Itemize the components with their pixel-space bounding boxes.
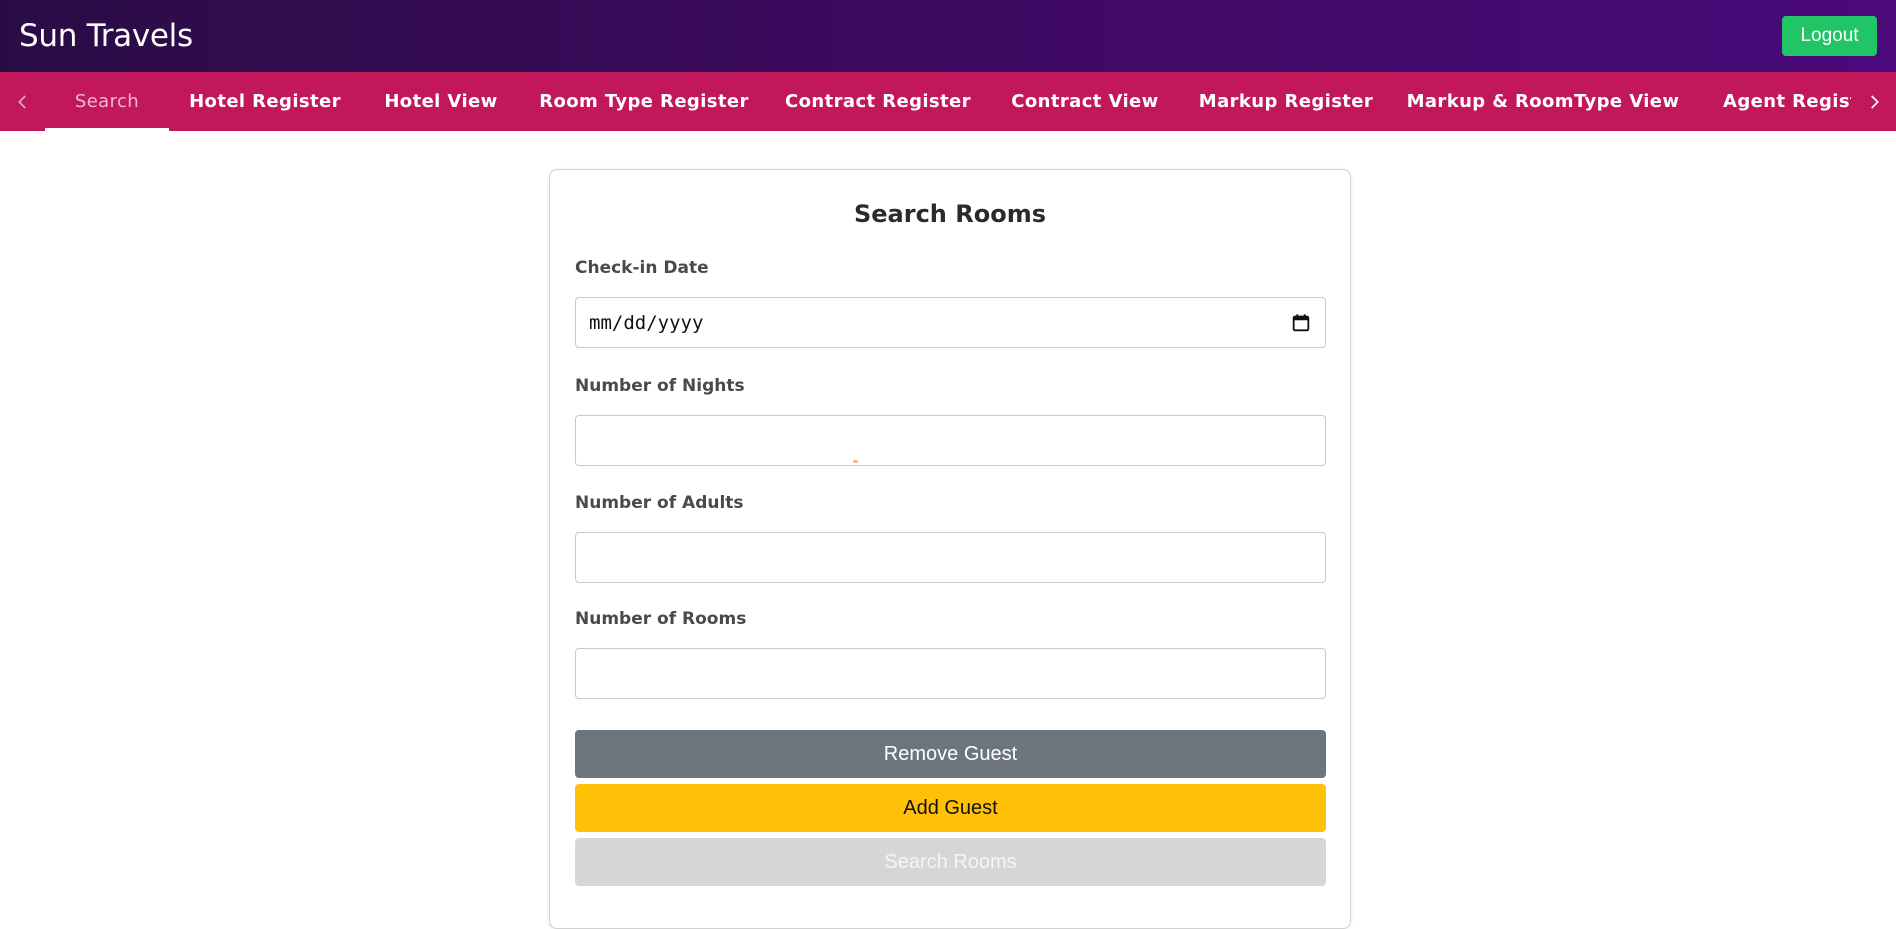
app-header: Sun Travels Logout	[0, 0, 1896, 72]
adults-input[interactable]	[575, 532, 1326, 583]
rooms-label: Number of Rooms	[575, 609, 747, 629]
nav-tabs: Search Hotel Register Hotel View Room Ty…	[0, 72, 1896, 131]
chevron-left-icon	[17, 94, 26, 109]
tab-contract-register[interactable]: Contract Register	[767, 72, 989, 131]
cursor-artifact	[853, 460, 858, 463]
rooms-input[interactable]	[575, 648, 1326, 699]
chevron-right-icon	[1870, 94, 1879, 109]
add-guest-button[interactable]: Add Guest	[575, 784, 1326, 832]
checkin-date-input[interactable]: mm/dd/yyyy	[575, 297, 1326, 348]
adults-label: Number of Adults	[575, 493, 744, 513]
tab-room-type-register[interactable]: Room Type Register	[521, 72, 767, 131]
card-title: Search Rooms	[853, 200, 1046, 228]
app-title: Sun Travels	[19, 18, 193, 54]
tab-contract-view[interactable]: Contract View	[989, 72, 1181, 131]
tab-search[interactable]: Search	[45, 72, 169, 131]
remove-guest-button[interactable]: Remove Guest	[575, 730, 1326, 778]
tab-markup-register[interactable]: Markup Register	[1181, 72, 1391, 131]
tabs-scroll-left-button[interactable]	[0, 72, 45, 131]
tab-hotel-view[interactable]: Hotel View	[361, 72, 521, 131]
checkin-date-label: Check-in Date	[575, 258, 709, 278]
search-rooms-card: Search Rooms Check-in Date mm/dd/yyyy Nu…	[549, 169, 1351, 929]
logout-button[interactable]: Logout	[1782, 16, 1877, 56]
tab-markup-roomtype-view[interactable]: Markup & RoomType View	[1391, 72, 1695, 131]
nights-label: Number of Nights	[575, 376, 745, 396]
tabs-scroll-right-button[interactable]	[1851, 72, 1896, 131]
nights-input[interactable]	[575, 415, 1326, 466]
calendar-icon[interactable]	[1290, 312, 1312, 334]
tab-hotel-register[interactable]: Hotel Register	[169, 72, 361, 131]
search-rooms-button[interactable]: Search Rooms	[575, 838, 1326, 886]
checkin-date-value: mm/dd/yyyy	[589, 311, 704, 334]
